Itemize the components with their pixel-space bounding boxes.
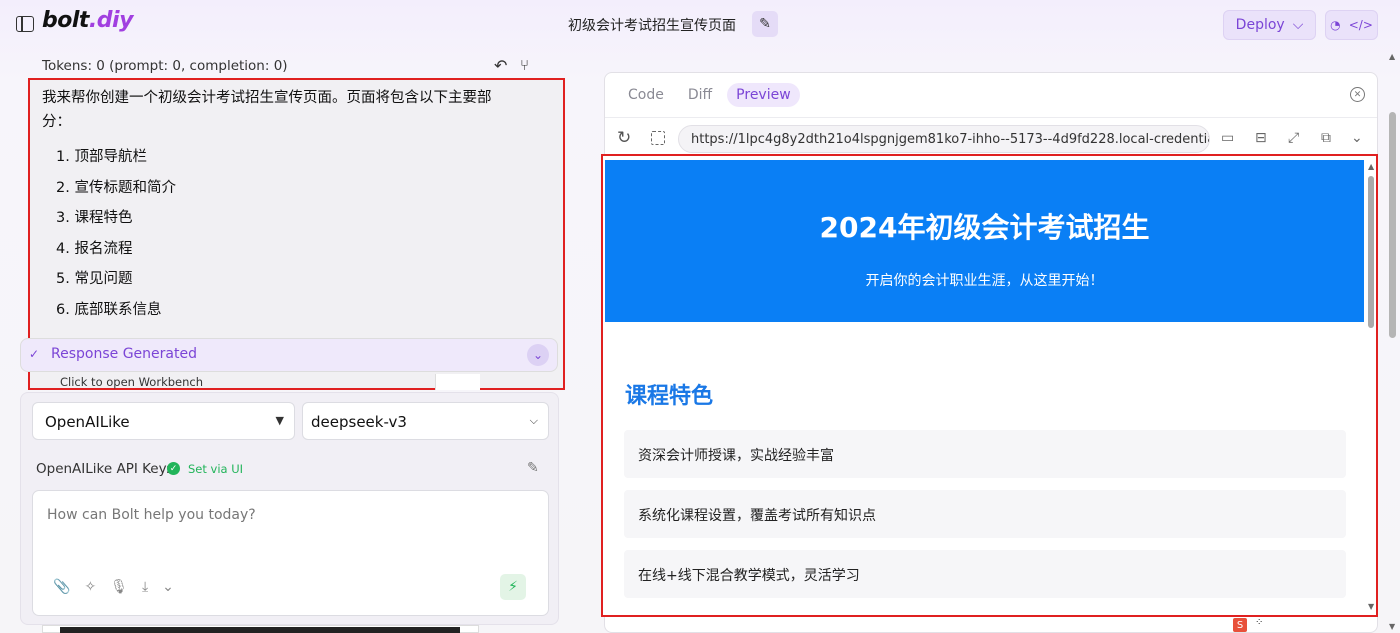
enhance-prompt-icon[interactable]: ✧ — [84, 579, 96, 595]
sidebar-toggle-icon[interactable] — [16, 16, 34, 32]
api-key-status: Set via UI — [188, 462, 244, 476]
device-mode-icon[interactable]: ▭ — [1221, 130, 1234, 146]
send-button[interactable]: ⚡ — [500, 574, 526, 600]
chevron-down-icon: ▼ — [275, 414, 284, 427]
preview-scrollbar[interactable]: ▲ ▼ — [1366, 160, 1376, 615]
response-status-text: Response Generated — [51, 346, 197, 362]
deploy-label: Deploy — [1235, 17, 1285, 33]
check-icon: ✓ — [29, 347, 40, 361]
prompt-toolbar: 📎 ✧ 🎙 ⤓ ⌄ — [53, 579, 174, 595]
bottom-bar — [60, 627, 460, 633]
model-value: deepseek-v3 — [311, 413, 407, 431]
list-item: 5. 常见问题 — [56, 271, 133, 288]
list-item: 3. 课程特色 — [56, 210, 133, 227]
token-usage: Tokens: 0 (prompt: 0, completion: 0) — [42, 58, 288, 74]
prompt-input[interactable] — [47, 507, 527, 523]
attach-icon[interactable]: 📎 — [53, 579, 70, 595]
url-bar[interactable]: https://1lpc4g8y2dth21o4lspgnjgem81ko7-i… — [678, 125, 1210, 153]
open-external-icon[interactable]: ⧉ — [1321, 130, 1331, 146]
undo-icon[interactable]: ↶ — [494, 56, 507, 75]
check-circle-icon: ✓ — [167, 462, 180, 475]
list-item: 2. 宣传标题和简介 — [56, 179, 176, 196]
feature-card: 资深会计师授课，实战经验丰富 — [624, 430, 1346, 478]
scrollbar-thumb[interactable] — [1389, 112, 1396, 338]
list-item: 4. 报名流程 — [56, 240, 133, 257]
hero-banner: 2024年初级会计考试招生 开启你的会计职业生涯，从这里开始！ — [605, 160, 1364, 322]
provider-value: OpenAILike — [45, 413, 130, 431]
message-list: 1. 顶部导航栏 2. 宣传标题和简介 3. 课程特色 4. 报名流程 5. 常… — [56, 146, 176, 330]
input-panel: OpenAILike ▼ deepseek-v3 ⌵ OpenAILike AP… — [20, 392, 559, 625]
hero-title: 2024年初级会计考试招生 — [819, 211, 1150, 244]
workbench-hint-side — [435, 374, 480, 390]
scroll-up-icon[interactable]: ▲ — [1368, 162, 1374, 171]
close-icon[interactable]: ✕ — [1350, 87, 1365, 102]
microphone-icon[interactable]: 🎙 — [110, 579, 128, 595]
edit-api-key-icon[interactable]: ✎ — [527, 460, 539, 476]
more-options-icon[interactable]: ⁘ — [1255, 617, 1263, 628]
list-item: 6. 底部联系信息 — [56, 301, 162, 318]
chat-toggle-icon[interactable]: ◔ — [1330, 18, 1340, 32]
scroll-down-icon[interactable]: ▼ — [1389, 622, 1395, 631]
prompt-box: 📎 ✧ 🎙 ⤓ ⌄ ⚡ — [32, 490, 549, 616]
tab-preview[interactable]: Preview — [727, 83, 800, 107]
feature-card: 在线+线下混合教学模式，灵活学习 — [624, 550, 1346, 598]
divider — [605, 117, 1377, 118]
lightning-icon: ⚡ — [508, 579, 518, 595]
element-select-icon[interactable] — [651, 131, 665, 145]
response-status-bar[interactable]: ✓ Response Generated ⌄ — [20, 338, 558, 372]
tab-diff[interactable]: Diff — [679, 83, 721, 107]
chevron-down-icon: ⌵ — [1292, 17, 1304, 33]
view-toggle-group: ◔ </> — [1325, 10, 1378, 40]
provider-select[interactable]: OpenAILike ▼ — [32, 402, 295, 440]
deploy-button[interactable]: Deploy ⌵ — [1223, 10, 1316, 40]
feature-card: 系统化课程设置，覆盖考试所有知识点 — [624, 490, 1346, 538]
tab-code[interactable]: Code — [619, 83, 673, 107]
logo-accent-text: .diy — [88, 8, 134, 33]
model-select[interactable]: deepseek-v3 ⌵ — [302, 402, 549, 440]
chat-title: 初级会计考试招生宣传页面 — [568, 18, 736, 34]
preview-frame: 2024年初级会计考试招生 开启你的会计职业生涯，从这里开始！ 课程特色 资深会… — [601, 154, 1378, 617]
import-icon[interactable]: ⤓ — [142, 579, 148, 595]
fullscreen-icon[interactable]: ⤢ — [1288, 130, 1299, 146]
fork-icon[interactable]: ⑂ — [520, 56, 529, 74]
workbench-tabs: Code Diff Preview — [619, 83, 800, 107]
scrollbar-thumb[interactable] — [1368, 176, 1374, 328]
message-intro: 我来帮你创建一个初级会计考试招生宣传页面。页面将包含以下主要部分： — [42, 90, 492, 130]
open-workbench-hint[interactable]: Click to open Workbench — [60, 375, 203, 389]
layout-icon[interactable]: ⊟ — [1255, 130, 1267, 146]
logo[interactable]: bolt.diy — [42, 8, 133, 33]
chevron-down-icon[interactable]: ⌄ — [527, 344, 549, 366]
extension-badge-icon[interactable]: S — [1233, 618, 1247, 632]
reload-icon[interactable]: ↻ — [617, 128, 631, 148]
logo-main-text: bolt — [42, 8, 89, 33]
chevron-down-icon[interactable]: ⌄ — [162, 579, 174, 595]
section-title: 课程特色 — [625, 384, 714, 409]
scroll-up-icon[interactable]: ▲ — [1389, 52, 1395, 61]
pencil-icon: ✎ — [759, 16, 771, 32]
code-toggle-icon[interactable]: </> — [1349, 18, 1373, 32]
page-scrollbar[interactable]: ▲ ▼ — [1386, 50, 1400, 633]
scroll-down-icon[interactable]: ▼ — [1368, 602, 1374, 611]
chevron-down-icon: ⌵ — [529, 414, 538, 427]
top-bar: bolt.diy 初级会计考试招生宣传页面 ✎ Deploy ⌵ ◔ </> — [0, 0, 1400, 50]
hero-subtitle: 开启你的会计职业生涯，从这里开始！ — [865, 273, 1104, 289]
list-item: 1. 顶部导航栏 — [56, 149, 147, 165]
chevron-down-icon[interactable]: ⌄ — [1351, 130, 1363, 146]
edit-title-button[interactable]: ✎ — [752, 11, 778, 37]
api-key-label: OpenAILike API Key: — [36, 461, 171, 477]
